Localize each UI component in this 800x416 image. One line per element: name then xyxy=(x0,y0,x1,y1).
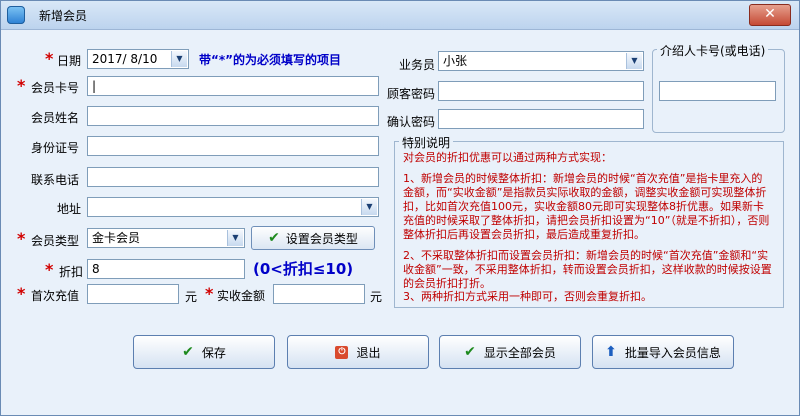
date-value: 2017/ 8/10 xyxy=(92,52,158,66)
discount-label: 折扣 xyxy=(59,265,84,279)
required-hint: 带“*”的为必须填写的项目 xyxy=(199,53,342,67)
chevron-down-icon[interactable]: ▼ xyxy=(171,51,187,67)
member-name-input[interactable] xyxy=(87,106,379,126)
member-type-value: 金卡会员 xyxy=(92,231,141,245)
phone-input[interactable] xyxy=(87,167,379,187)
first-recharge-label: 首次充值 xyxy=(31,289,80,303)
required-star: * xyxy=(17,229,26,248)
required-star: * xyxy=(45,49,54,68)
discount-input[interactable]: 8 xyxy=(87,259,245,279)
checkmark-icon: ✔ xyxy=(182,344,194,360)
notes-intro: 对会员的折扣优惠可以通过两种方式实现： xyxy=(403,151,612,164)
customer-password-input[interactable] xyxy=(438,81,644,101)
notes-item-1: 1、新增会员的时候整体折扣：新增会员的时候“首次充值”是指卡里充入的金额，而“实… xyxy=(403,172,770,241)
chevron-down-icon[interactable]: ▼ xyxy=(227,230,243,246)
referrer-input[interactable] xyxy=(659,81,776,101)
exit-icon: ⏻ xyxy=(335,345,349,359)
batch-import-label: 批量导入会员信息 xyxy=(624,345,721,360)
yuan-unit: 元 xyxy=(370,290,383,304)
idcard-label: 身份证号 xyxy=(31,141,80,155)
address-combo[interactable]: ▼ xyxy=(87,197,379,217)
checkmark-icon: ✔ xyxy=(464,344,476,360)
confirm-password-input[interactable] xyxy=(438,109,644,129)
card-label: 会员卡号 xyxy=(31,81,80,95)
required-star: * xyxy=(17,76,26,95)
name-label: 会员姓名 xyxy=(31,111,80,125)
save-label: 保存 xyxy=(201,345,226,360)
window-title: 新增会员 xyxy=(39,9,88,23)
card-value: | xyxy=(92,79,97,93)
required-star: * xyxy=(205,284,214,303)
required-star: * xyxy=(17,284,26,303)
customer-password-label: 顾客密码 xyxy=(387,87,436,101)
phone-label: 联系电话 xyxy=(31,173,80,187)
referrer-title: 介绍人卡号(或电话) xyxy=(657,42,769,59)
title-bar: 新增会员 ✕ xyxy=(1,1,799,30)
special-notes-panel: 特别说明 对会员的折扣优惠可以通过两种方式实现： 1、新增会员的时候整体折扣：新… xyxy=(394,134,784,308)
arrow-up-icon: ⬆ xyxy=(605,344,617,360)
discount-value: 8 xyxy=(92,262,100,276)
new-member-dialog: 新增会员 ✕ * 日期 2017/ 8/10 ▼ 带“*”的为必须填写的项目 *… xyxy=(0,0,800,416)
notes-item-2: 2、不采取整体折扣而设置会员折扣：新增会员的时候“首次充值”金额和“实收金额”一… xyxy=(403,249,772,290)
salesman-select[interactable]: 小张 ▼ xyxy=(438,51,644,71)
salesman-label: 业务员 xyxy=(399,58,436,72)
set-member-type-button[interactable]: ✔ 设置会员类型 xyxy=(251,226,375,250)
save-button[interactable]: ✔ 保存 xyxy=(133,335,275,369)
type-label: 会员类型 xyxy=(31,234,80,248)
close-button[interactable]: ✕ xyxy=(749,4,791,26)
address-label: 地址 xyxy=(57,202,82,216)
salesman-value: 小张 xyxy=(443,54,468,68)
confirm-password-label: 确认密码 xyxy=(387,115,436,129)
date-label: 日期 xyxy=(57,54,82,68)
actual-amount-label: 实收金额 xyxy=(217,289,266,303)
notes-item-3: 3、两种折扣方式采用一种即可，否则会重复折扣。 xyxy=(403,290,652,303)
idcard-input[interactable] xyxy=(87,136,379,156)
actual-amount-input[interactable] xyxy=(273,284,365,304)
checkmark-icon: ✔ xyxy=(268,230,280,246)
chevron-down-icon[interactable]: ▼ xyxy=(361,199,377,215)
notes-title: 特别说明 xyxy=(399,134,454,151)
date-picker[interactable]: 2017/ 8/10 ▼ xyxy=(87,49,189,69)
card-number-input[interactable]: | xyxy=(87,76,379,96)
exit-button[interactable]: ⏻ 退出 xyxy=(287,335,429,369)
show-all-label: 显示全部会员 xyxy=(483,345,556,360)
discount-range-hint: (0<折扣≤10) xyxy=(253,260,354,278)
member-type-select[interactable]: 金卡会员 ▼ xyxy=(87,228,245,248)
set-member-type-label: 设置会员类型 xyxy=(285,231,358,246)
exit-label: 退出 xyxy=(356,345,381,360)
required-star: * xyxy=(45,260,54,279)
show-all-members-button[interactable]: ✔ 显示全部会员 xyxy=(439,335,581,369)
yuan-unit: 元 xyxy=(185,290,198,304)
first-recharge-input[interactable] xyxy=(87,284,179,304)
chevron-down-icon[interactable]: ▼ xyxy=(626,53,642,69)
batch-import-button[interactable]: ⬆ 批量导入会员信息 xyxy=(592,335,734,369)
app-icon xyxy=(7,6,25,24)
